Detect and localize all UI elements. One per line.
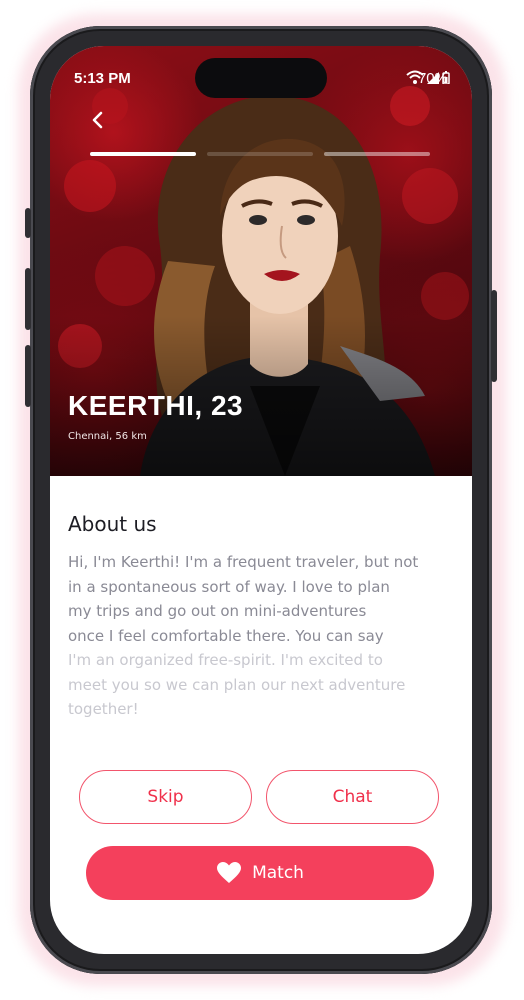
- about-line: my trips and go out on mini-adventures: [68, 602, 367, 620]
- status-time: 5:13 PM: [74, 70, 131, 87]
- status-bar: 5:13 PM 70%: [50, 46, 472, 106]
- about-line: once I feel comfortable there. You can s…: [68, 626, 384, 645]
- screen: 5:13 PM 70% KEERTHI, 23 Chennai, 56 km A…: [50, 46, 472, 954]
- volume-up-button: [25, 268, 31, 330]
- photo-progress-segment[interactable]: [324, 152, 430, 156]
- chevron-left-icon: [92, 111, 103, 129]
- about-title: About us: [68, 512, 157, 536]
- power-button: [491, 290, 497, 382]
- mute-switch: [25, 208, 31, 238]
- chat-label: Chat: [332, 787, 373, 807]
- volume-down-button: [25, 345, 31, 407]
- match-label: Match: [252, 863, 304, 883]
- about-text: Hi, I'm Keerthi! I'm a frequent traveler…: [68, 550, 458, 722]
- profile-name: KEERTHI, 23: [68, 390, 244, 421]
- photo-progress-segment[interactable]: [90, 152, 196, 156]
- match-button[interactable]: Match: [86, 846, 434, 900]
- photo-progress-segment[interactable]: [207, 152, 313, 156]
- chat-button[interactable]: Chat: [266, 770, 439, 824]
- skip-button[interactable]: Skip: [79, 770, 252, 824]
- heart-icon: [217, 862, 242, 883]
- about-line: Hi, I'm Keerthi! I'm a frequent traveler…: [68, 553, 419, 571]
- dynamic-island: [195, 58, 327, 98]
- profile-location: Chennai, 56 km: [68, 431, 147, 442]
- about-line: together!: [68, 700, 139, 718]
- about-line: in a spontaneous sort of way. I love to …: [68, 577, 390, 596]
- profile-photo: 5:13 PM 70% KEERTHI, 23 Chennai, 56 km: [50, 46, 472, 476]
- about-line: meet you so we can plan our next adventu…: [68, 675, 406, 694]
- about-line: I'm an organized free-spirit. I'm excite…: [68, 651, 383, 669]
- skip-label: Skip: [147, 787, 184, 807]
- photo-progress-indicator: [90, 152, 430, 156]
- back-button[interactable]: [86, 108, 110, 132]
- battery-percentage: 70%: [417, 70, 448, 87]
